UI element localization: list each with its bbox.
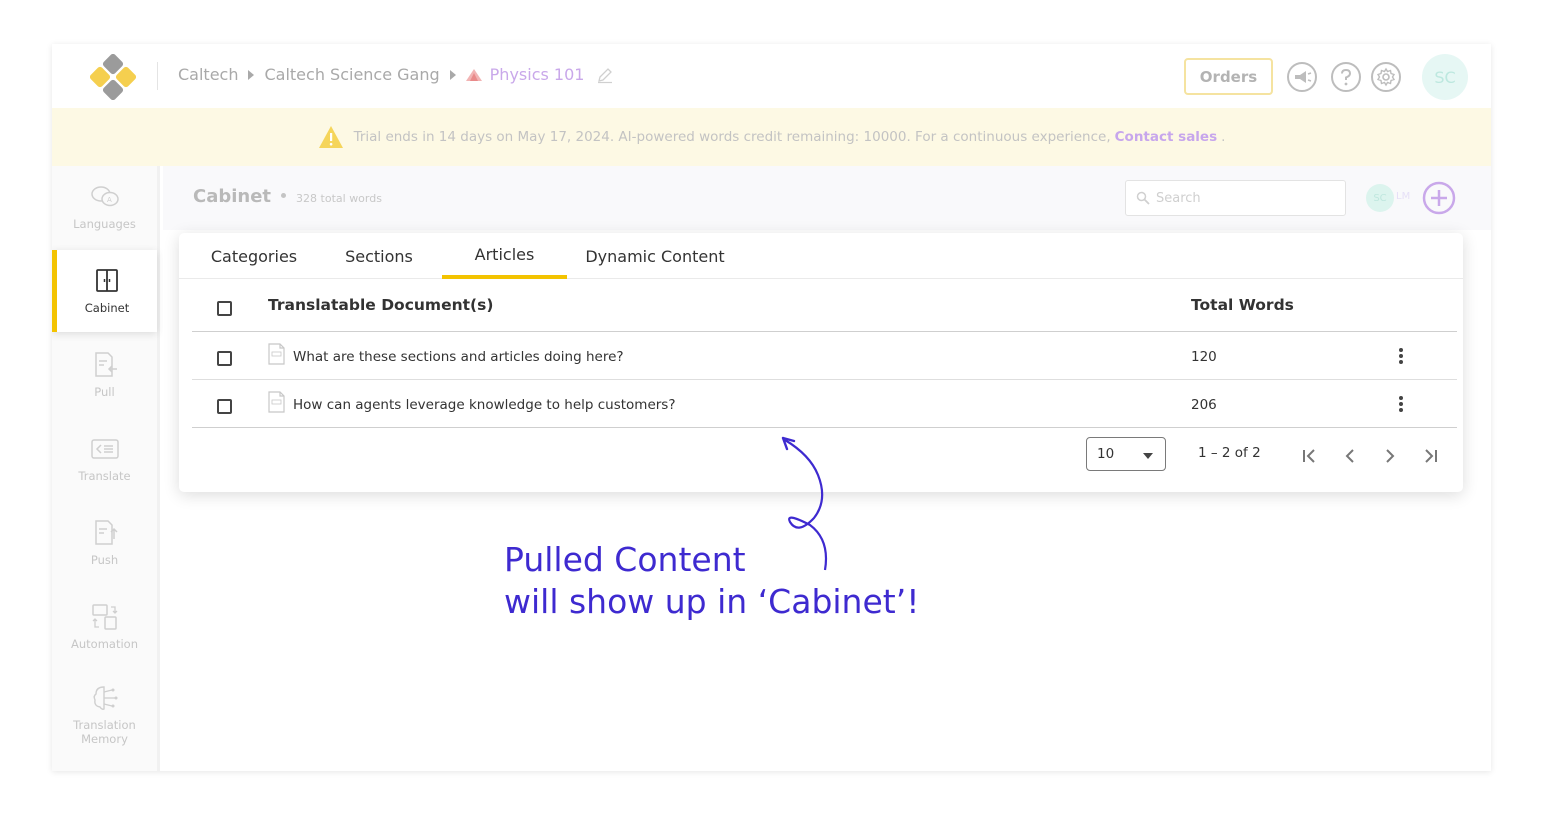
breadcrumb: Caltech Caltech Science Gang Physics 101 <box>178 65 614 84</box>
sidebar: A Languages Cabinet Pull Translate Push … <box>52 166 160 771</box>
document-title[interactable]: How can agents leverage knowledge to hel… <box>293 397 676 413</box>
title-dot-separator <box>281 193 287 198</box>
trial-banner: Trial ends in 14 days on May 17, 2024. A… <box>52 108 1491 166</box>
document-icon <box>268 391 285 413</box>
member-avatar-secondary[interactable]: LM <box>1396 191 1410 202</box>
trial-banner-suffix: . <box>1221 129 1226 145</box>
header-divider <box>157 62 158 90</box>
search-box[interactable] <box>1125 180 1346 216</box>
breadcrumb-separator-icon <box>449 69 456 80</box>
sidebar-item-label: Translate <box>78 469 131 483</box>
table-row[interactable]: What are these sections and articles doi… <box>192 332 1457 380</box>
documents-table: Translatable Document(s) Total Words Wha… <box>192 280 1457 428</box>
sidebar-item-label: Cabinet <box>84 301 130 315</box>
breadcrumb-org[interactable]: Caltech <box>178 65 238 84</box>
word-count: 120 <box>1191 349 1217 365</box>
user-avatar[interactable]: SC <box>1422 54 1468 100</box>
orders-button[interactable]: Orders <box>1184 58 1273 95</box>
row-more-menu-icon[interactable] <box>1393 346 1409 366</box>
sidebar-item-push[interactable]: Push <box>52 502 157 584</box>
page-title: Cabinet 328 total words <box>193 186 382 207</box>
page-size-value: 10 <box>1097 446 1115 462</box>
row-more-menu-icon[interactable] <box>1393 394 1409 414</box>
tab-articles[interactable]: Articles <box>442 233 567 279</box>
contact-sales-link[interactable]: Contact sales <box>1115 129 1217 145</box>
pull-icon <box>94 352 117 377</box>
edit-pencil-icon[interactable] <box>596 66 614 84</box>
help-icon[interactable] <box>1330 61 1362 93</box>
breadcrumb-team[interactable]: Caltech Science Gang <box>264 65 439 84</box>
automation-icon <box>91 604 117 630</box>
cabinet-icon <box>96 269 118 292</box>
member-avatar[interactable]: SC <box>1366 184 1394 212</box>
tab-categories[interactable]: Categories <box>197 233 311 279</box>
annotation-callout: Pulled Content will show up in ‘Cabinet’… <box>504 539 919 623</box>
sidebar-item-cabinet[interactable]: Cabinet <box>52 250 157 332</box>
sidebar-item-label: Pull <box>94 385 115 399</box>
push-icon <box>94 520 118 545</box>
logo-icon[interactable] <box>90 54 136 100</box>
megaphone-icon[interactable] <box>1286 61 1318 93</box>
search-icon <box>1136 191 1150 205</box>
previous-page-icon[interactable] <box>1339 445 1361 467</box>
page-title-text: Cabinet <box>193 186 272 207</box>
sidebar-item-translate[interactable]: Translate <box>52 418 157 500</box>
sidebar-item-label: Languages <box>73 217 136 231</box>
project-icon <box>465 68 482 81</box>
document-icon <box>268 343 285 365</box>
sidebar-item-pull[interactable]: Pull <box>52 334 157 416</box>
row-checkbox[interactable] <box>217 399 232 414</box>
content-header: Cabinet 328 total words SC LM <box>163 166 1491 230</box>
translation-memory-icon <box>93 686 117 710</box>
breadcrumb-project[interactable]: Physics 101 <box>490 65 585 84</box>
settings-icon[interactable] <box>1370 61 1402 93</box>
caret-down-icon <box>1143 453 1153 459</box>
total-words-label: 328 total words <box>296 192 382 205</box>
search-input[interactable] <box>1156 190 1326 206</box>
translate-icon <box>90 439 119 459</box>
annotation-line-2: will show up in ‘Cabinet’! <box>504 582 920 621</box>
tab-dynamic-content[interactable]: Dynamic Content <box>579 233 731 279</box>
tab-sections[interactable]: Sections <box>329 233 429 279</box>
breadcrumb-separator-icon <box>248 69 255 80</box>
sidebar-item-label: Push <box>90 553 119 567</box>
trial-banner-text: Trial ends in 14 days on May 17, 2024. A… <box>353 129 1111 145</box>
last-page-icon[interactable] <box>1419 445 1441 467</box>
page-range-label: 1 – 2 of 2 <box>1198 445 1261 461</box>
svg-text:A: A <box>107 196 112 204</box>
select-all-checkbox[interactable] <box>217 301 232 316</box>
row-checkbox[interactable] <box>217 351 232 366</box>
sidebar-item-label: Automation <box>71 637 138 651</box>
languages-icon: A <box>90 186 119 207</box>
table-row[interactable]: How can agents leverage knowledge to hel… <box>192 380 1457 428</box>
column-header-words[interactable]: Total Words <box>1191 296 1294 314</box>
column-header-document[interactable]: Translatable Document(s) <box>268 296 493 314</box>
warning-icon <box>318 126 343 148</box>
tab-bar: Categories Sections Articles Dynamic Con… <box>179 233 1463 279</box>
first-page-icon[interactable] <box>1299 445 1321 467</box>
top-header: Caltech Caltech Science Gang Physics 101… <box>52 44 1491 108</box>
sidebar-item-translation-memory[interactable]: Translation Memory <box>52 670 157 760</box>
next-page-icon[interactable] <box>1379 445 1401 467</box>
annotation-line-1: Pulled Content <box>504 540 746 579</box>
table-header-row: Translatable Document(s) Total Words <box>192 280 1457 332</box>
sidebar-item-automation[interactable]: Automation <box>52 586 157 668</box>
add-circle-icon[interactable] <box>1422 181 1456 215</box>
page-size-select[interactable]: 10 <box>1086 437 1166 471</box>
word-count: 206 <box>1191 397 1217 413</box>
sidebar-item-label: Translation Memory <box>73 718 136 746</box>
sidebar-item-languages[interactable]: A Languages <box>52 166 157 248</box>
document-title[interactable]: What are these sections and articles doi… <box>293 349 624 365</box>
